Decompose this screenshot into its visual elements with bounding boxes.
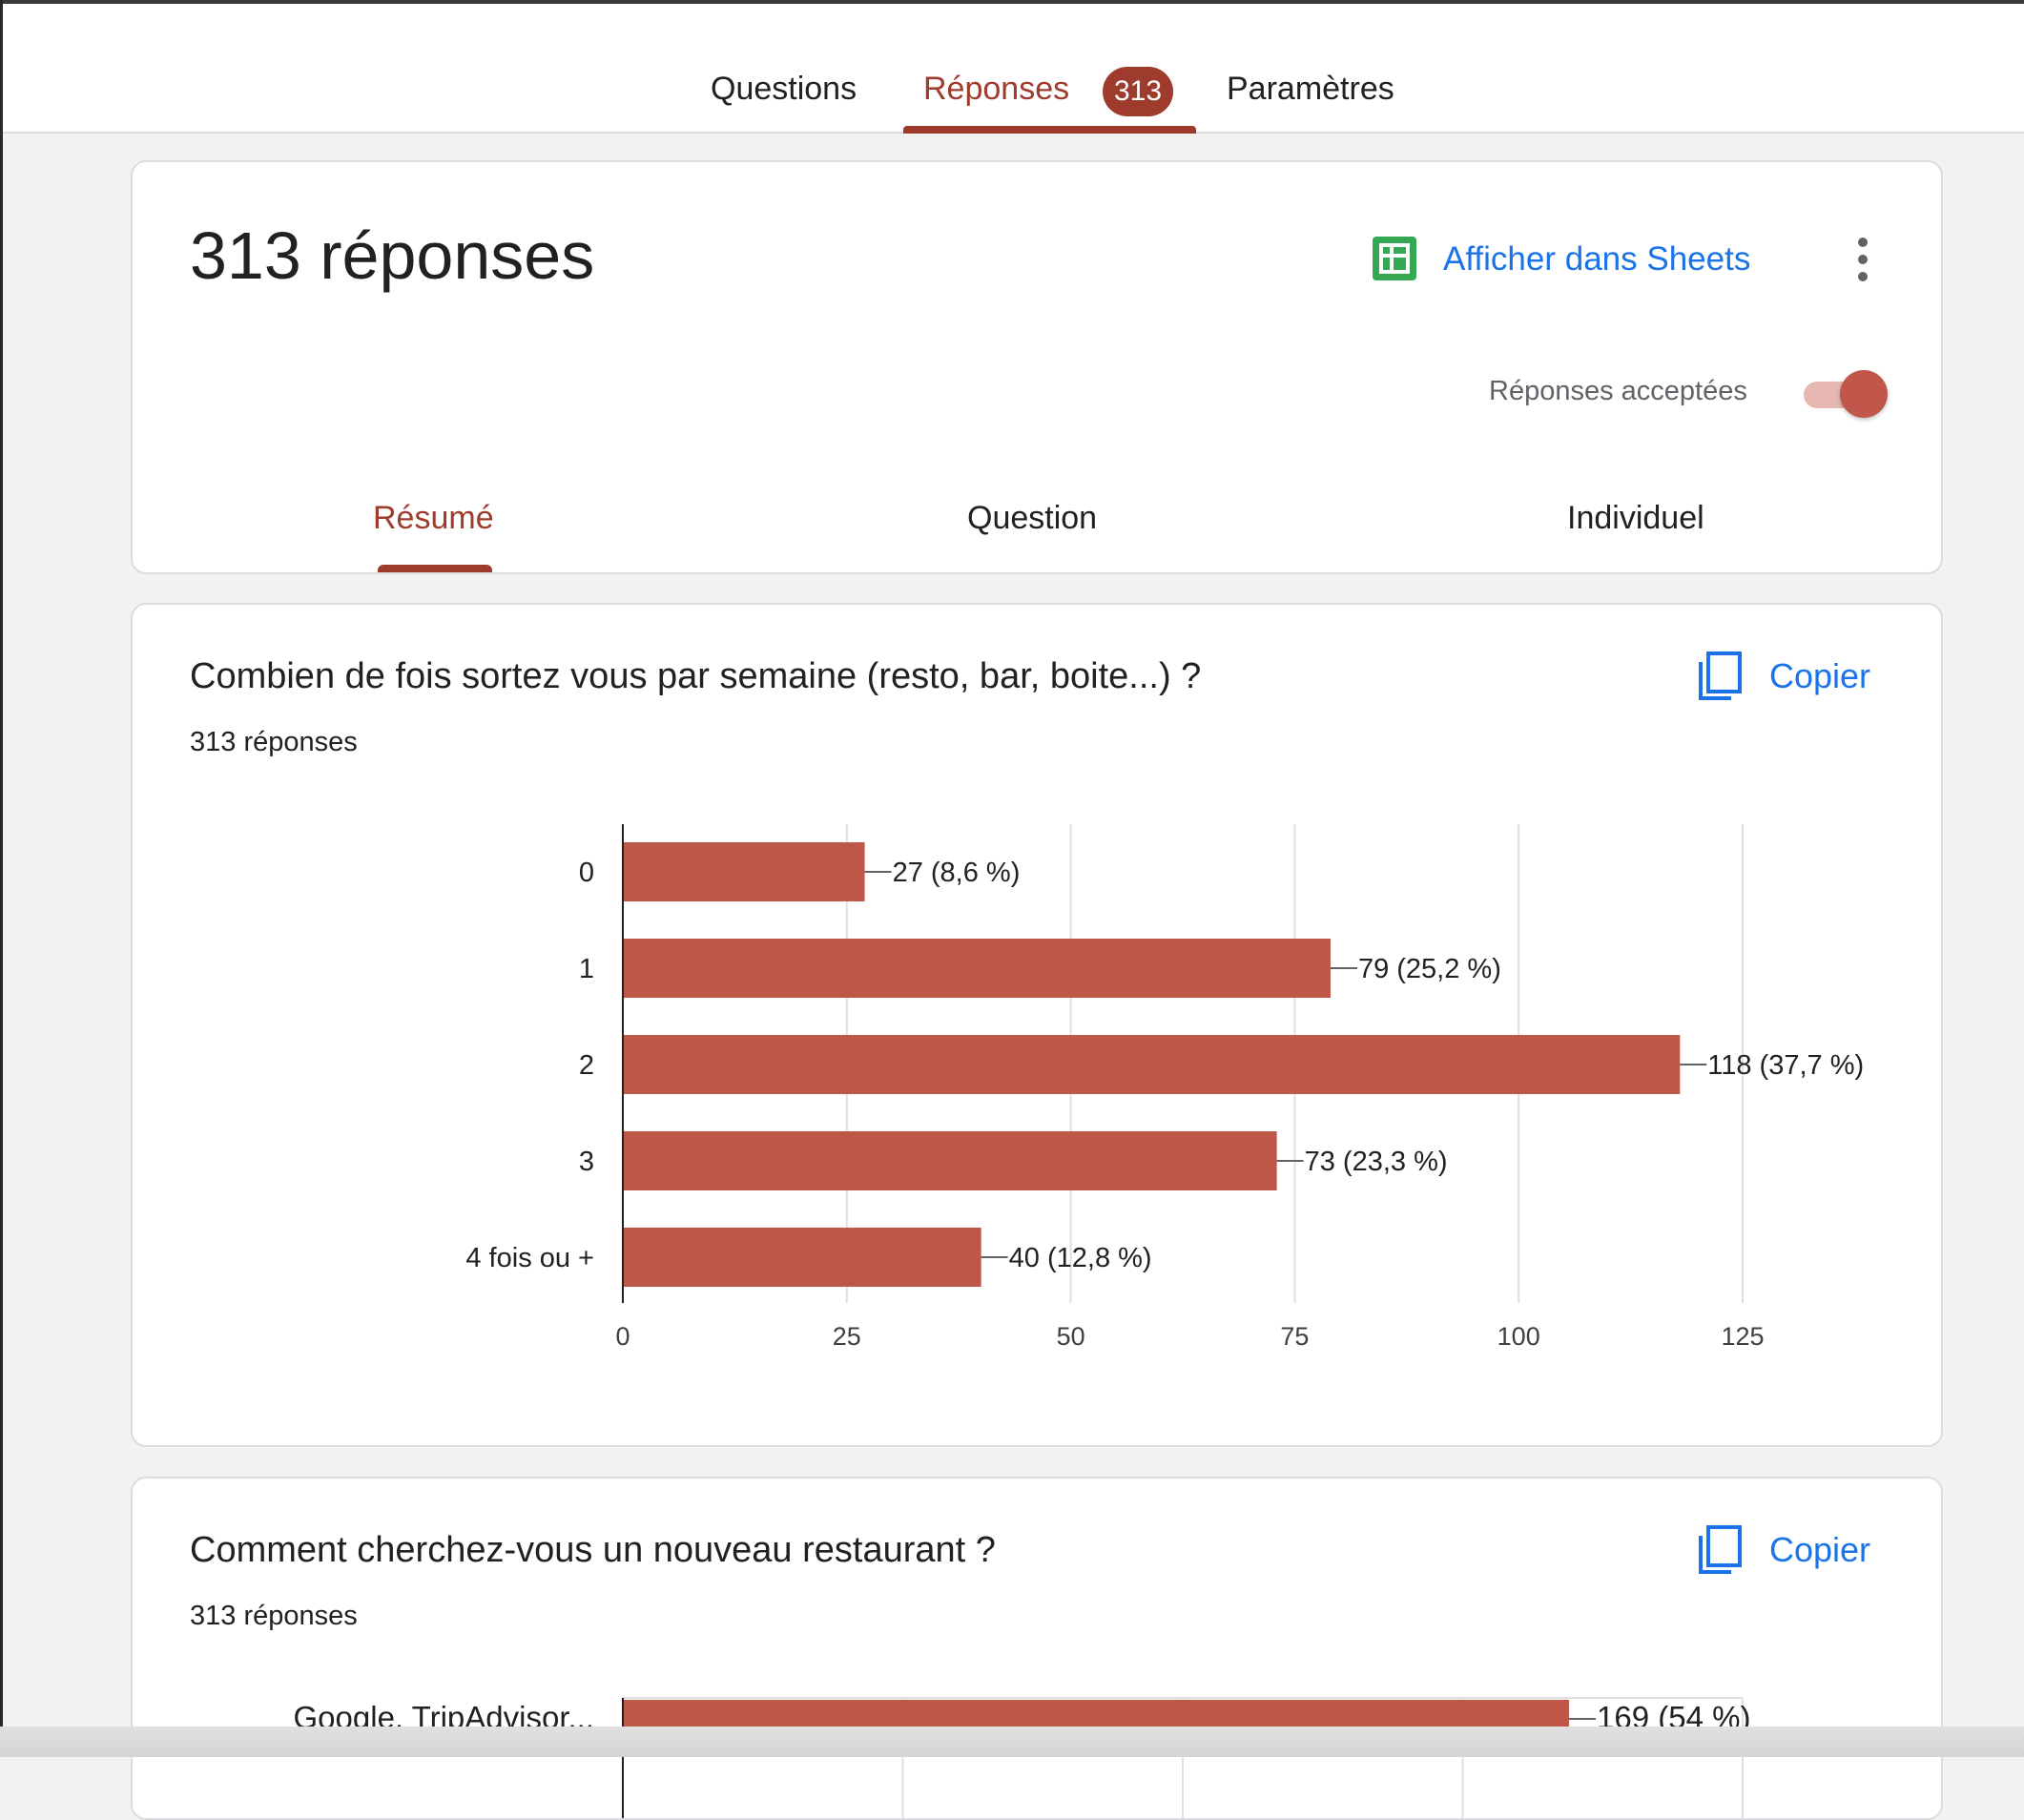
responses-summary-card: 313 réponses Afficher dans Sheets Répons… — [131, 160, 1943, 574]
window-left-border — [0, 0, 3, 1757]
view-in-sheets-link[interactable]: Afficher dans Sheets — [1443, 240, 1750, 279]
more-options-icon[interactable] — [1855, 237, 1870, 282]
x-tick-label: 50 — [1057, 1322, 1085, 1351]
tab-settings[interactable]: Paramètres — [1227, 71, 1394, 108]
tab-questions[interactable]: Questions — [711, 71, 857, 108]
bar — [623, 1035, 1681, 1094]
top-tab-bar: Questions Réponses 313 Paramètres — [3, 4, 2024, 134]
category-label: 4 fois ou + — [465, 1243, 594, 1273]
x-tick-label: 100 — [1497, 1322, 1540, 1351]
active-subtab-indicator — [378, 565, 492, 572]
bar — [623, 1228, 981, 1287]
question-2-bar-chart: Google, TripAdvisor... 169 (54 %) — [294, 1697, 1750, 1818]
bar — [623, 842, 865, 901]
category-label: 1 — [579, 954, 594, 984]
sheets-icon[interactable] — [1373, 237, 1416, 280]
category-label: 3 — [579, 1147, 594, 1177]
toggle-knob — [1840, 370, 1888, 418]
category-label: 0 — [579, 858, 594, 888]
accepting-responses-label: Réponses acceptées — [1489, 376, 1747, 406]
question-1-bar-chart: 0 27 (8,6 %) 1 79 (25,2 %) 2 118 (37,7 %) 3 73 … — [465, 824, 1864, 1351]
category-label: 2 — [579, 1050, 594, 1081]
data-label: 27 (8,6 %) — [893, 858, 1021, 888]
data-label: 79 (25,2 %) — [1358, 954, 1501, 984]
responses-count-badge: 313 — [1103, 67, 1173, 116]
x-tick-label: 75 — [1280, 1322, 1309, 1351]
question-card-2: Comment cherchez-vous un nouveau restaur… — [131, 1477, 1943, 1820]
accepting-responses-toggle[interactable] — [1800, 370, 1888, 418]
active-tab-indicator — [903, 126, 1196, 134]
x-tick-label: 125 — [1721, 1322, 1764, 1351]
question-card-1: Combien de fois sortez vous par semaine … — [131, 603, 1943, 1447]
subtab-question[interactable]: Question — [967, 500, 1097, 537]
data-label: 118 (37,7 %) — [1707, 1050, 1864, 1081]
bar — [623, 1131, 1277, 1190]
x-tick-label: 0 — [615, 1322, 630, 1351]
responses-total-title: 313 réponses — [190, 218, 595, 293]
data-label: 40 (12,8 %) — [1009, 1243, 1152, 1273]
subtab-summary[interactable]: Résumé — [373, 500, 494, 537]
data-label: 73 (23,3 %) — [1305, 1147, 1448, 1177]
tab-responses[interactable]: Réponses — [923, 71, 1069, 108]
bottom-shadow — [0, 1727, 2024, 1757]
subtab-individual[interactable]: Individuel — [1567, 500, 1704, 537]
bar — [623, 939, 1331, 998]
x-tick-label: 25 — [833, 1322, 861, 1351]
